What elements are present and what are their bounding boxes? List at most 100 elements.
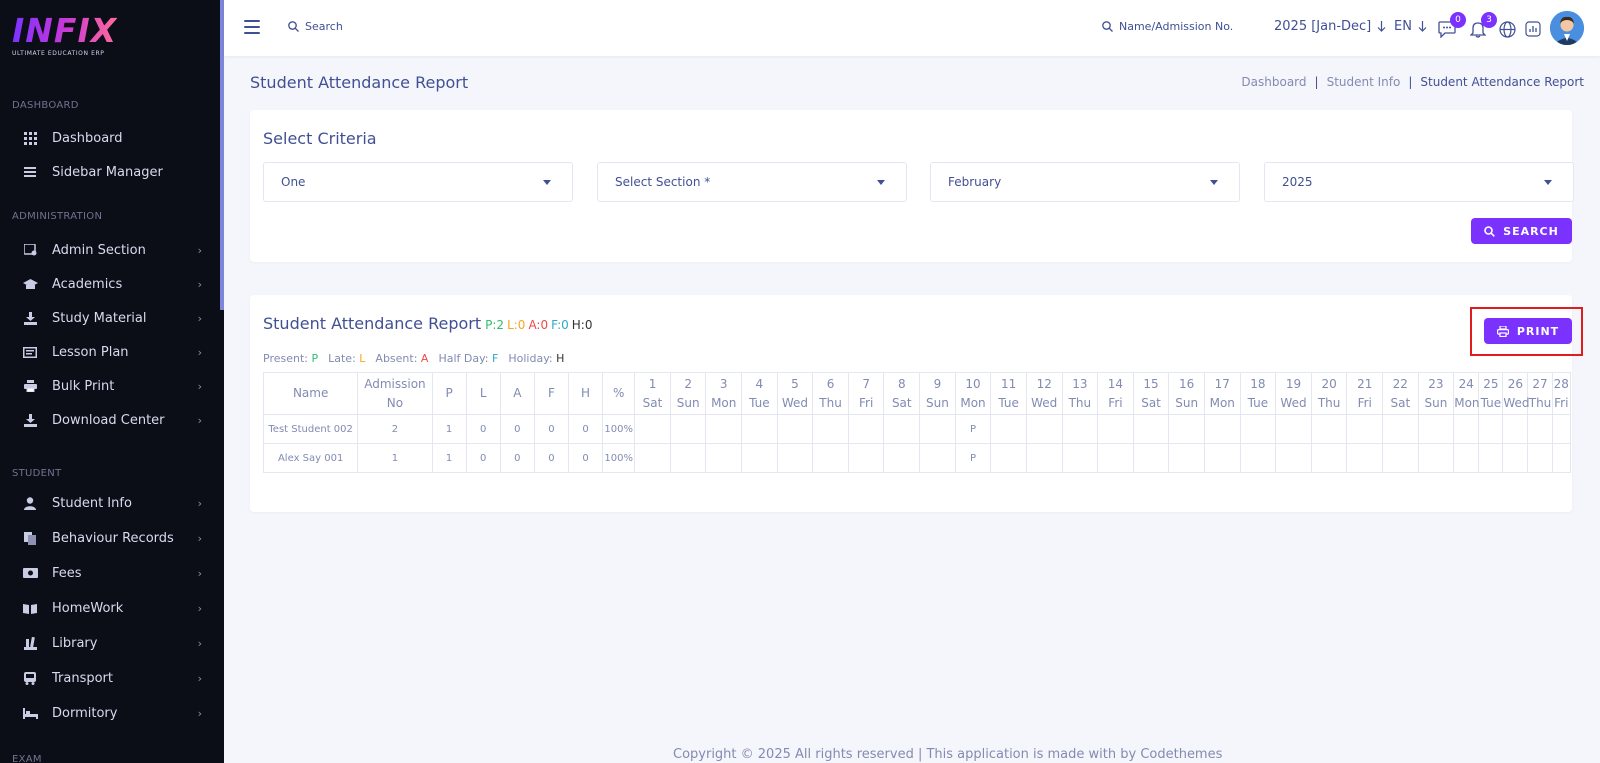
cell-day xyxy=(1203,443,1241,473)
sidebar-item-label: Download Center xyxy=(52,412,165,428)
legend-holiday-code: H xyxy=(556,352,565,365)
column-header-day: 19 Wed xyxy=(1275,372,1312,415)
messages-button[interactable]: 0 xyxy=(1436,12,1466,40)
sidebar-item-dashboard[interactable]: Dashboard xyxy=(22,126,212,150)
day-number: 19 xyxy=(1285,376,1302,391)
search-button[interactable]: SEARCH xyxy=(1471,218,1572,244)
session-selector[interactable]: 2025 [Jan-Dec] xyxy=(1274,19,1386,34)
sidebar-item-behaviour-records[interactable]: Behaviour Records › xyxy=(22,526,212,550)
lesson-icon xyxy=(22,344,38,360)
sidebar-item-admin-section[interactable]: Admin Section › xyxy=(22,238,212,262)
column-header-day: 28 Fri xyxy=(1551,372,1572,415)
sidebar-item-label: Behaviour Records xyxy=(52,530,174,546)
avatar-image xyxy=(1550,11,1584,45)
chevron-right-icon: › xyxy=(197,566,202,580)
legend-late-code: L xyxy=(359,352,366,365)
sidebar-item-fees[interactable]: Fees › xyxy=(22,561,212,585)
legend-absent-label: Absent: xyxy=(375,352,418,365)
sidebar-item-library[interactable]: Library › xyxy=(22,631,212,655)
sidebar-item-download-center[interactable]: Download Center › xyxy=(22,408,212,432)
cell-day xyxy=(634,443,671,473)
caret-down-icon xyxy=(1210,180,1218,185)
month-select[interactable]: February xyxy=(930,162,1240,202)
sidebar-item-academics[interactable]: Academics › xyxy=(22,272,212,296)
brand-logo[interactable]: INFIX ULTIMATE EDUCATION ERP xyxy=(12,14,117,58)
column-header-day: 18 Tue xyxy=(1239,372,1277,415)
table-row: Test Student 002 2 1 0 0 0 0 100% P xyxy=(262,414,1572,444)
download-icon xyxy=(22,412,38,428)
report-button[interactable] xyxy=(1522,18,1544,40)
sidebar-item-bulk-print[interactable]: Bulk Print › xyxy=(22,374,212,398)
day-weekday: Tue xyxy=(1247,395,1269,410)
day-weekday: Tue xyxy=(1480,395,1502,410)
top-search[interactable]: Search xyxy=(288,20,343,33)
cell-pct: 100% xyxy=(602,414,636,444)
cell-day xyxy=(1097,443,1134,473)
sidebar-item-sidebar-manager[interactable]: Sidebar Manager xyxy=(22,160,212,184)
day-weekday: Fri xyxy=(1357,395,1372,410)
day-number: 28 xyxy=(1553,376,1569,391)
column-header-day: 5 Wed xyxy=(776,372,814,415)
cell-admission: 2 xyxy=(357,414,433,444)
cell-day xyxy=(634,414,671,444)
day-number: 21 xyxy=(1357,376,1373,391)
sidebar-item-transport[interactable]: Transport › xyxy=(22,666,212,690)
money-icon xyxy=(22,565,38,581)
legend-halfday-code: F xyxy=(492,352,499,365)
breadcrumb-dashboard[interactable]: Dashboard xyxy=(1241,75,1306,89)
day-number: 7 xyxy=(862,376,870,391)
section-dashboard: DASHBOARD xyxy=(12,100,79,111)
chevron-right-icon: › xyxy=(197,311,202,325)
breadcrumb-separator: | xyxy=(1314,75,1319,89)
notifications-button[interactable]: 3 xyxy=(1467,12,1497,40)
sidebar-item-homework[interactable]: HomeWork › xyxy=(22,596,212,620)
website-button[interactable] xyxy=(1496,18,1518,40)
cell-day xyxy=(705,443,743,473)
day-weekday: Sat xyxy=(891,395,912,410)
day-number: 4 xyxy=(755,376,764,391)
menu-toggle-icon[interactable] xyxy=(244,20,260,34)
cell-day xyxy=(1346,414,1384,444)
book-icon xyxy=(22,600,38,616)
column-header-h: H xyxy=(567,372,604,415)
breadcrumb-student-info[interactable]: Student Info xyxy=(1327,75,1401,89)
cell-day xyxy=(812,414,849,444)
day-number: 2 xyxy=(684,376,692,391)
year-select[interactable]: 2025 xyxy=(1264,162,1574,202)
cell-day xyxy=(669,414,707,444)
cell-day xyxy=(1453,443,1480,473)
day-weekday: Sun xyxy=(676,395,700,410)
admission-label: Admission xyxy=(364,376,426,391)
cell-day xyxy=(1478,443,1504,473)
section-exam: EXAM xyxy=(12,754,42,763)
class-select-value: One xyxy=(281,175,306,189)
day-weekday: Mon xyxy=(1454,395,1480,410)
day-weekday: Tue xyxy=(998,395,1019,410)
class-select[interactable]: One xyxy=(263,162,573,202)
column-header-day: 27 Thu xyxy=(1527,372,1553,415)
user-avatar[interactable] xyxy=(1550,11,1584,45)
day-number: 5 xyxy=(791,376,799,391)
chevron-right-icon: › xyxy=(197,706,202,720)
late-count: L:0 xyxy=(507,318,526,332)
day-number: 26 xyxy=(1507,376,1524,391)
sidebar-item-study-material[interactable]: Study Material › xyxy=(22,306,212,330)
section-select[interactable]: Select Section * xyxy=(597,162,907,202)
column-header-day: 17 Mon xyxy=(1203,372,1241,415)
chevron-right-icon: › xyxy=(197,243,202,257)
cell-day xyxy=(1239,414,1277,444)
day-number: 20 xyxy=(1321,376,1337,391)
legend-present-code: P xyxy=(311,352,319,365)
cell-day xyxy=(1132,414,1170,444)
topbar: Search Name/Admission No. 2025 [Jan-Dec]… xyxy=(224,0,1600,56)
cell-day xyxy=(1275,443,1312,473)
admission-search[interactable]: Name/Admission No. xyxy=(1102,20,1233,33)
admin-icon xyxy=(22,242,38,258)
day-number: 15 xyxy=(1143,376,1159,391)
column-header-day: 1 Sat xyxy=(634,372,671,415)
sidebar-item-lesson-plan[interactable]: Lesson Plan › xyxy=(22,340,212,364)
sidebar-item-student-info[interactable]: Student Info › xyxy=(22,491,212,515)
sidebar-item-dormitory[interactable]: Dormitory › xyxy=(22,701,212,725)
day-weekday: Fri xyxy=(1108,395,1123,410)
language-selector[interactable]: EN xyxy=(1394,19,1427,34)
